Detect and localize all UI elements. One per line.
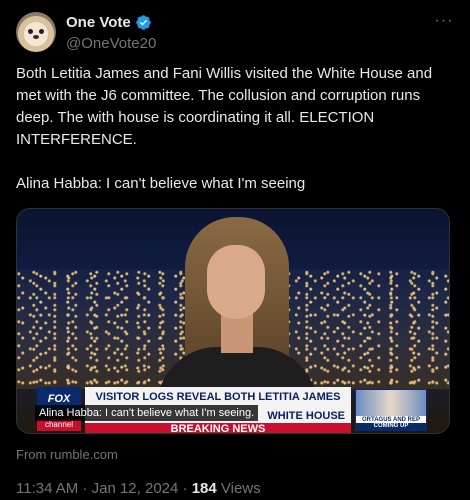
author-block: One Vote @OneVote20 <box>66 14 156 52</box>
breaking-news-banner: BREAKING NEWS <box>85 423 351 433</box>
presenter-face <box>207 245 265 319</box>
verified-badge-icon <box>135 15 151 30</box>
tweet-date[interactable]: Jan 12, 2024 <box>92 480 179 497</box>
views-count: 184 <box>191 480 217 497</box>
author-name-row[interactable]: One Vote <box>66 14 152 31</box>
tweet-header: One Vote @OneVote20 ··· <box>16 12 456 52</box>
author-handle[interactable]: @OneVote20 <box>66 35 156 52</box>
author-display-name[interactable]: One Vote <box>66 14 131 31</box>
coming-up-promo: ORTAGUS AND REP WALTZ COMING UP <box>355 389 427 431</box>
presenter-figure <box>157 217 317 427</box>
meta-separator: · <box>78 480 92 497</box>
video-caption: Alina Habba: I can't believe what I'm se… <box>35 405 259 421</box>
views-label: Views <box>216 480 261 497</box>
tweet-text: Both Letitia James and Fani Willis visit… <box>16 65 433 192</box>
media-source-link[interactable]: From rumble.com <box>16 447 118 462</box>
avatar-nose <box>33 35 39 39</box>
tweet-time[interactable]: 11:34 AM <box>16 480 78 497</box>
headline-line1: VISITOR LOGS REVEAL BOTH LETITIA JAMES <box>85 387 351 407</box>
promo-coming-up: COMING UP <box>356 423 426 430</box>
presenter-neck <box>221 313 253 353</box>
meta-separator: · <box>178 480 192 497</box>
tweet-meta: 11:34 AM · Jan 12, 2024 · 184 Views <box>16 480 261 497</box>
more-options-icon[interactable]: ··· <box>432 13 456 34</box>
avatar-eye-right <box>39 29 44 34</box>
video-player[interactable]: FOX channel VISITOR LOGS REVEAL BOTH LET… <box>16 208 450 434</box>
avatar[interactable] <box>16 12 56 52</box>
avatar-eye-left <box>28 29 33 34</box>
promo-image <box>356 390 426 416</box>
